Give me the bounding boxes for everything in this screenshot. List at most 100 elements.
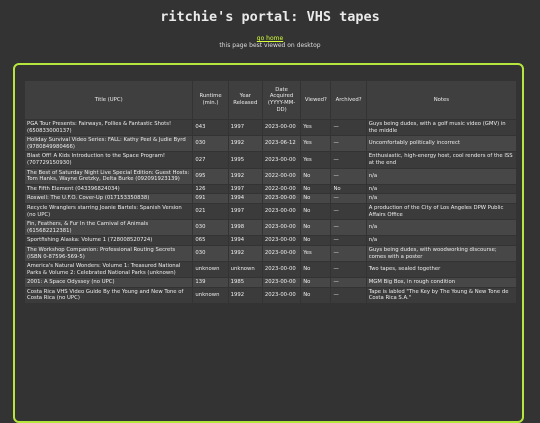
cell-viewed: No	[301, 287, 331, 304]
cell-notes: Guys being dudes, with a golf music vide…	[366, 120, 516, 136]
cell-acquired: 2023-00-00	[262, 287, 301, 304]
cell-title: The Fifth Element (043396824034)	[25, 184, 193, 194]
cell-archived: —	[331, 245, 366, 262]
cell-archived: —	[331, 262, 366, 278]
cell-title: Roswell: The U.F.O. Cover-Up (0171533508…	[25, 194, 193, 203]
cell-notes: n/a	[366, 184, 516, 194]
cell-viewed: Yes	[301, 136, 331, 152]
cell-notes: Guys being dudes, with woodworking disco…	[366, 245, 516, 262]
cell-title: Recycle Wranglers starring Joanie Bartel…	[25, 203, 193, 220]
cell-title: 2001: A Space Odyssey (no UPC)	[25, 278, 193, 287]
cell-viewed: Yes	[301, 245, 331, 262]
page-title: ritchie's portal: VHS tapes	[160, 9, 380, 25]
cell-acquired: 2023-00-00	[262, 203, 301, 220]
cell-year: 1992	[228, 287, 262, 304]
cell-acquired: 2023-00-00	[262, 278, 301, 287]
cell-archived: —	[331, 152, 366, 168]
vhs-table: Title (UPC) Runtime (min.) Year Released Da…	[24, 80, 517, 304]
cell-notes: n/a	[366, 236, 516, 245]
cell-year: 1994	[228, 194, 262, 203]
cell-acquired: 2023-00-00	[262, 245, 301, 262]
cell-notes: A production of the City of Los Angeles …	[366, 203, 516, 220]
cell-runtime: 139	[193, 278, 228, 287]
cell-acquired: 2023-00-00	[262, 262, 301, 278]
column-header-acquired: Date Acquired (YYYY-MM-DD)	[262, 81, 301, 119]
cell-archived: —	[331, 194, 366, 203]
cell-title: PGA Tour Presents: Fairways, Follies & F…	[25, 120, 193, 136]
cell-archived: —	[331, 136, 366, 152]
cell-archived: —	[331, 287, 366, 304]
cell-acquired: 2023-00-00	[262, 220, 301, 236]
cell-notes: Two tapes, sealed together	[366, 262, 516, 278]
cell-year: 1992	[228, 136, 262, 152]
cell-runtime: 091	[193, 194, 228, 203]
cell-runtime: 095	[193, 168, 228, 184]
cell-archived: —	[331, 203, 366, 220]
cell-title: Fin, Feathers, & Fur In the Carnival of …	[25, 220, 193, 236]
cell-notes: Enthusiastic, high-energy host, cool ren…	[366, 152, 516, 168]
cell-notes: Tape is labled "The Key by The Young & N…	[366, 287, 516, 304]
table-header: Title (UPC) Runtime (min.) Year Released Da…	[25, 81, 516, 119]
cell-archived: —	[331, 220, 366, 236]
cell-year: unknown	[228, 262, 262, 278]
cell-runtime: 043	[193, 120, 228, 136]
table-row: Holiday Survival Video Series: FALL: Kat…	[25, 136, 516, 152]
table-row: The Best of Saturday Night Live Special …	[25, 168, 516, 184]
cell-acquired: 2022-00-00	[262, 168, 301, 184]
cell-notes: MGM Big Box, in rough condition	[366, 278, 516, 287]
column-header-archived: Archived?	[331, 81, 366, 119]
cell-acquired: 2023-00-00	[262, 236, 301, 245]
column-header-runtime: Runtime (min.)	[193, 81, 228, 119]
cell-acquired: 2023-06-12	[262, 136, 301, 152]
cell-archived: —	[331, 168, 366, 184]
home-link[interactable]: go home	[0, 35, 540, 42]
cell-year: 1994	[228, 236, 262, 245]
cell-runtime: unknown	[193, 262, 228, 278]
table-row: Blast Off! A Kids Introduction to the Sp…	[25, 152, 516, 168]
cell-acquired: 2023-00-00	[262, 194, 301, 203]
cell-title: The Best of Saturday Night Live Special …	[25, 168, 193, 184]
column-header-year: Year Released	[228, 81, 262, 119]
cell-year: 1997	[228, 184, 262, 194]
cell-notes: n/a	[366, 194, 516, 203]
cell-title: Blast Off! A Kids Introduction to the Sp…	[25, 152, 193, 168]
cell-viewed: No	[301, 278, 331, 287]
table-header-row: Title (UPC) Runtime (min.) Year Released Da…	[25, 81, 516, 119]
cell-viewed: No	[301, 168, 331, 184]
cell-title: Holiday Survival Video Series: FALL: Kat…	[25, 136, 193, 152]
table-row: Recycle Wranglers starring Joanie Bartel…	[25, 203, 516, 220]
column-header-title: Title (UPC)	[25, 81, 193, 119]
column-header-viewed: Viewed?	[301, 81, 331, 119]
cell-viewed: No	[301, 184, 331, 194]
cell-runtime: 030	[193, 136, 228, 152]
cell-archived: No	[331, 184, 366, 194]
cell-year: 1992	[228, 168, 262, 184]
table-row: The Workshop Companion: Professional Rou…	[25, 245, 516, 262]
cell-title: Sportfishing Alaska: Volume 1 (728008520…	[25, 236, 193, 245]
cell-runtime: 021	[193, 203, 228, 220]
cell-year: 1995	[228, 152, 262, 168]
cell-runtime: unknown	[193, 287, 228, 304]
cell-viewed: Yes	[301, 152, 331, 168]
column-header-notes: Notes	[366, 81, 516, 119]
cell-title: The Workshop Companion: Professional Rou…	[25, 245, 193, 262]
cell-runtime: 027	[193, 152, 228, 168]
cell-viewed: Yes	[301, 120, 331, 136]
cell-viewed: No	[301, 220, 331, 236]
cell-year: 1992	[228, 245, 262, 262]
cell-archived: —	[331, 236, 366, 245]
cell-runtime: 030	[193, 245, 228, 262]
table-row: The Fifth Element (043396824034) 126 1997 2…	[25, 184, 516, 194]
page-header: ritchie's portal: VHS tapes go home this…	[0, 0, 540, 50]
cell-acquired: 2023-00-00	[262, 120, 301, 136]
cell-runtime: 065	[193, 236, 228, 245]
cell-viewed: No	[301, 203, 331, 220]
cell-acquired: 2023-00-00	[262, 152, 301, 168]
table-row: Fin, Feathers, & Fur In the Carnival of …	[25, 220, 516, 236]
cell-title: America's Natural Wonders: Volume 1: Tre…	[25, 262, 193, 278]
cell-year: 1998	[228, 220, 262, 236]
cell-archived: —	[331, 278, 366, 287]
cell-year: 1997	[228, 203, 262, 220]
cell-viewed: No	[301, 194, 331, 203]
cell-acquired: 2022-00-00	[262, 184, 301, 194]
